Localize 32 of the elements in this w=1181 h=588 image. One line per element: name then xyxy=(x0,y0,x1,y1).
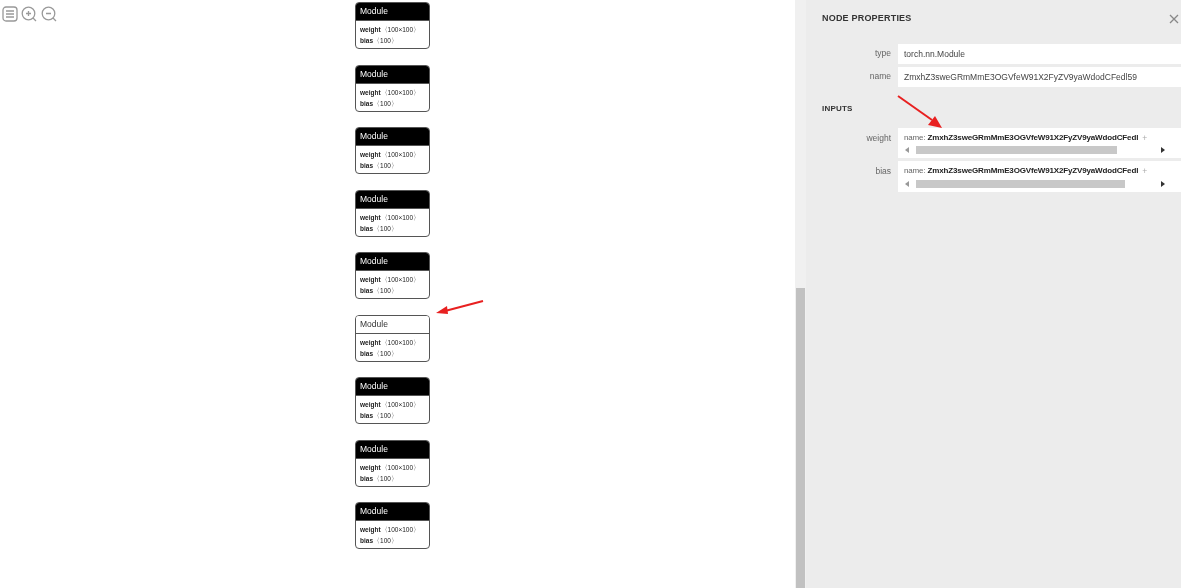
scrollbar-thumb[interactable] xyxy=(916,146,1117,155)
property-label: name xyxy=(868,70,892,83)
section-title: INPUTS xyxy=(822,102,854,115)
scroll-right-icon[interactable] xyxy=(1160,181,1166,187)
node-title: Module xyxy=(356,440,429,459)
property-value: ZmxhZ3sweGRmMmE3OGVfeW91X2FyZV9yaWdodCFedl59 xyxy=(898,66,1181,87)
node-title: Module xyxy=(356,3,429,21)
property-value: torch.nn.Module xyxy=(898,43,1181,64)
scroll-left-icon[interactable] xyxy=(904,147,910,154)
annotation-arrow xyxy=(435,299,485,315)
node-title: Module xyxy=(356,65,429,84)
node-title: Module xyxy=(356,253,429,271)
node-title: Module xyxy=(356,190,429,209)
scrollbar-thumb[interactable] xyxy=(796,288,805,588)
menu-icon[interactable] xyxy=(2,6,18,22)
input-value: name: ZmxhZ3sweGRmMmE3OGVfeW91X2FyZV9yaWdodCFedl xyxy=(904,165,1139,178)
annotation-arrow xyxy=(896,94,944,130)
scroll-left-icon[interactable] xyxy=(904,181,910,187)
input-value: name: ZmxhZ3sweGRmMmE3OGVfeW91X2FyZV9yaWdodCFedl xyxy=(904,131,1139,144)
node-title: Module xyxy=(356,128,429,146)
zoom-out-icon[interactable] xyxy=(41,6,58,22)
panel-title: NODE PROPERTIES xyxy=(822,12,912,25)
node-title: Module xyxy=(356,378,429,396)
close-icon[interactable] xyxy=(1169,13,1179,24)
scroll-right-icon[interactable] xyxy=(1160,147,1166,154)
property-label: type xyxy=(873,47,892,60)
node-title: Module xyxy=(356,503,429,521)
zoom-in-icon[interactable] xyxy=(21,6,38,22)
scrollbar-thumb[interactable] xyxy=(916,180,1125,188)
input-label: bias xyxy=(874,165,892,178)
node-title: Module xyxy=(356,315,429,334)
input-label: weight xyxy=(865,131,892,145)
